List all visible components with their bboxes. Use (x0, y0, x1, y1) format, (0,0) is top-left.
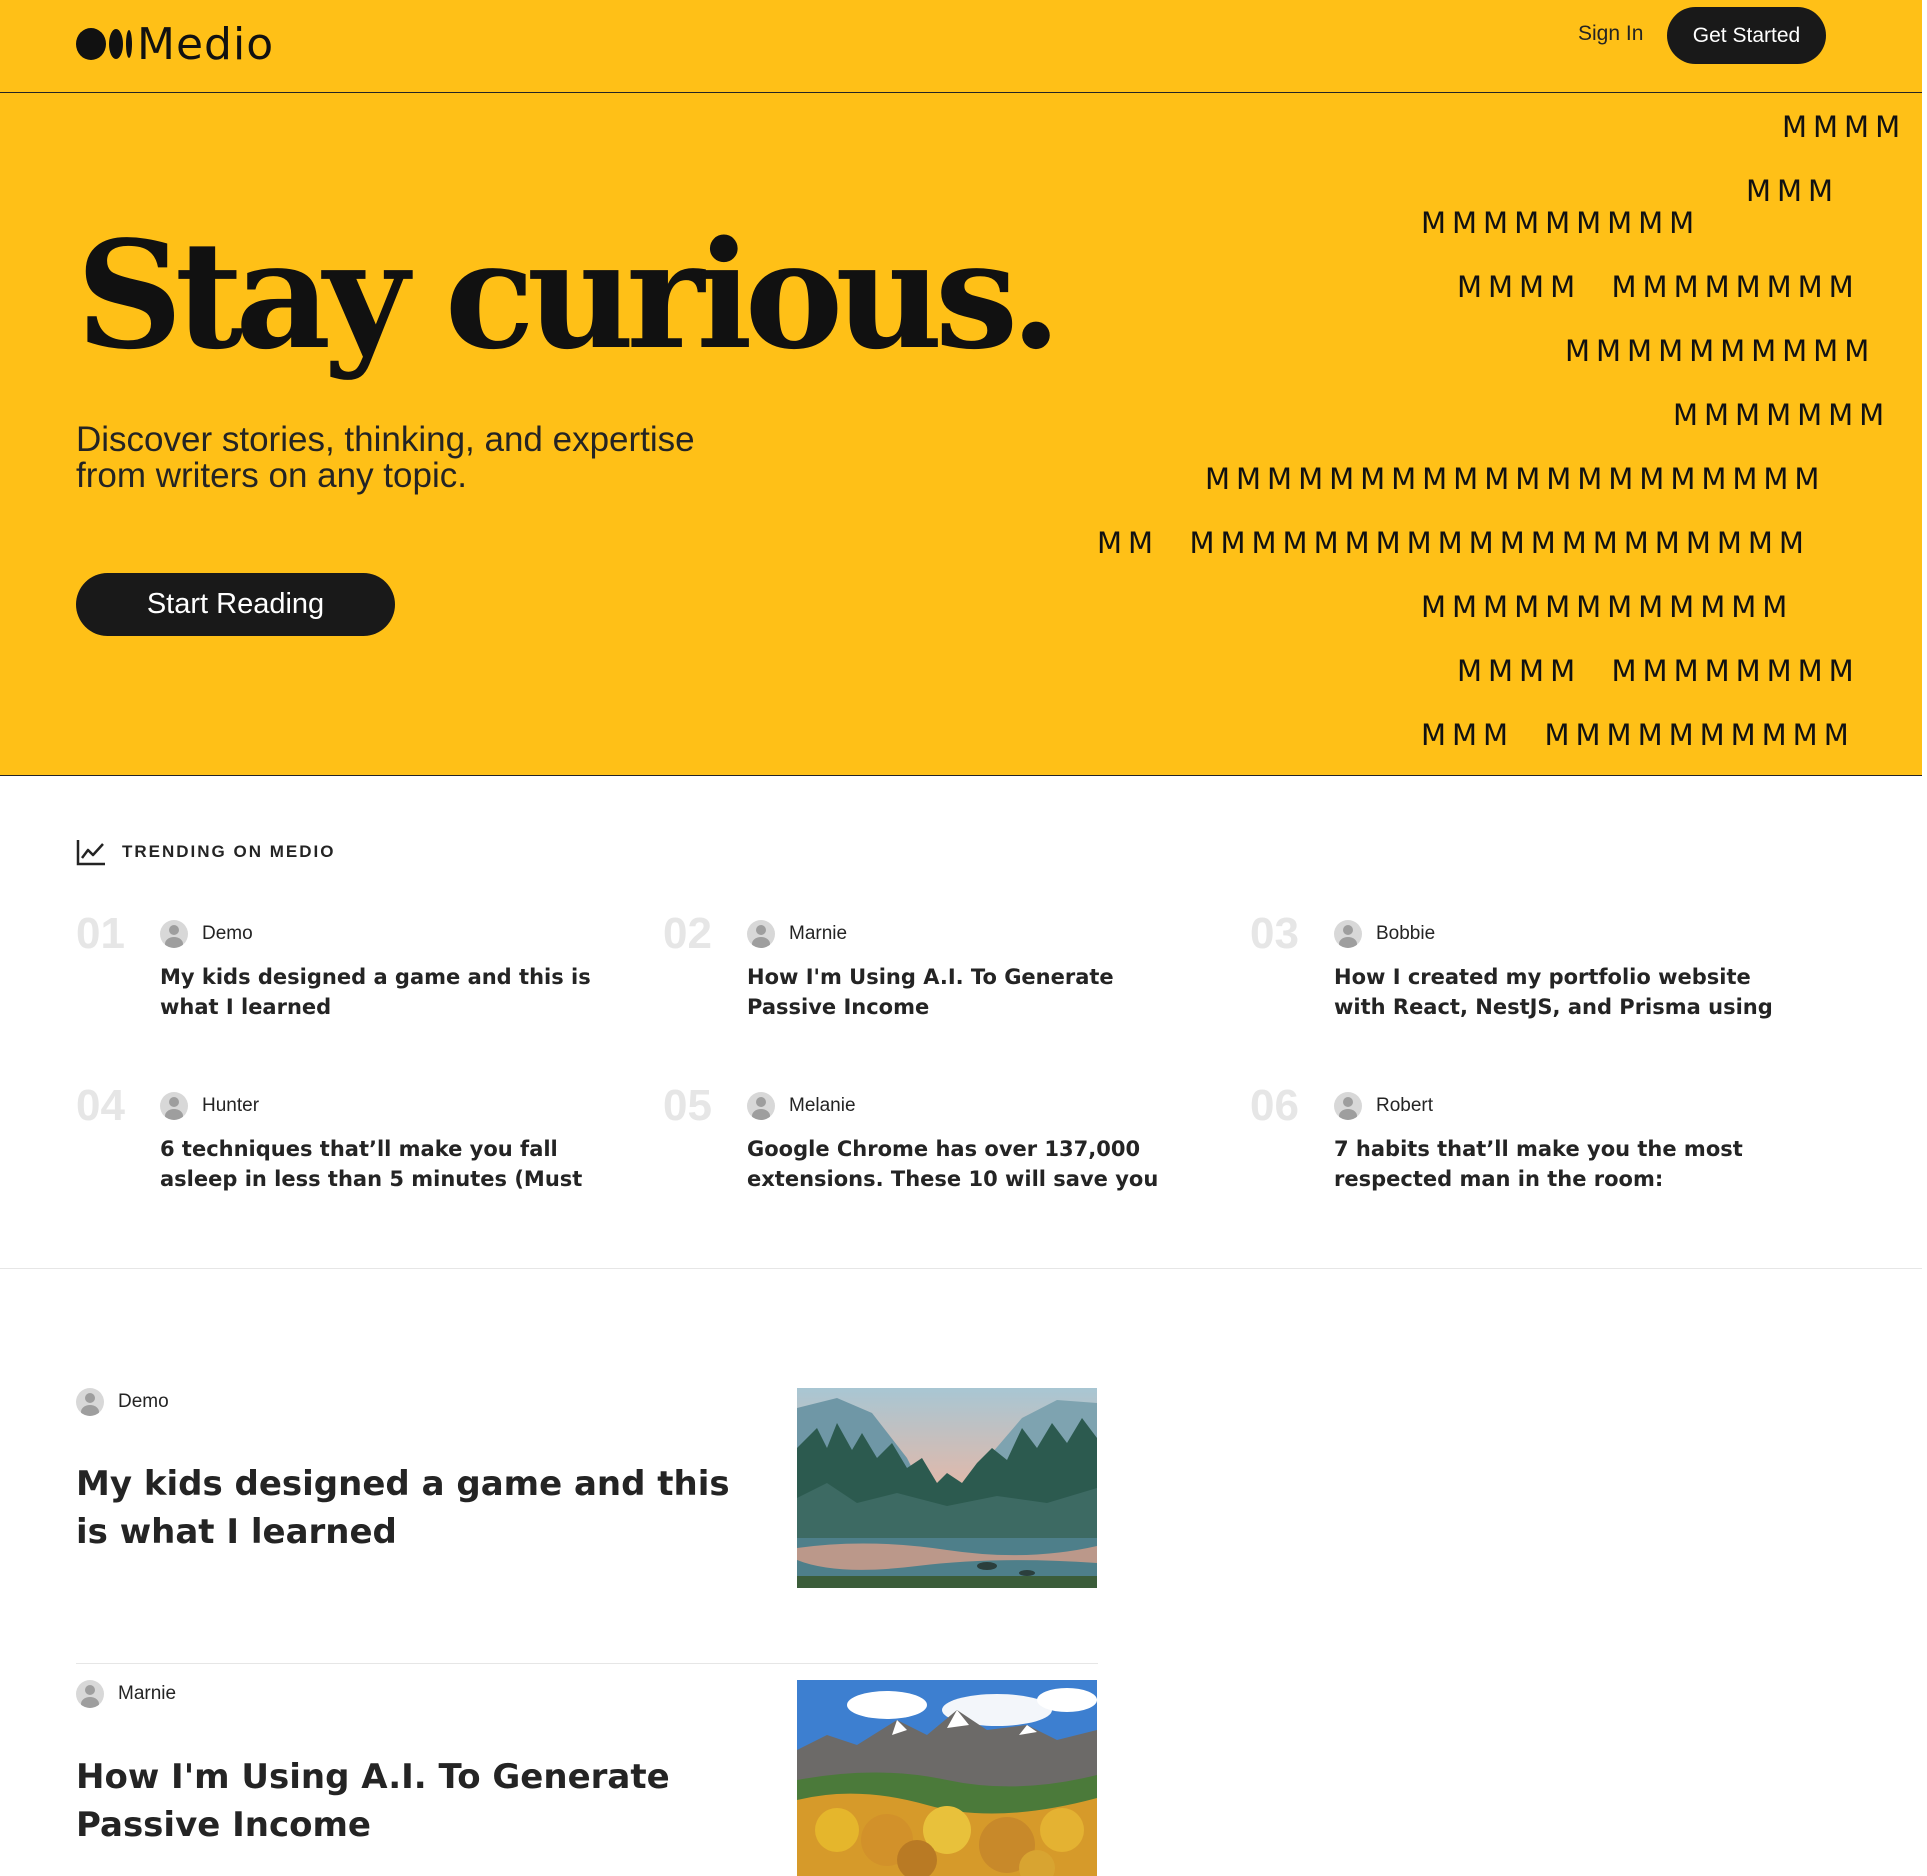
trending-rank: 06 (1250, 1081, 1299, 1130)
author-name: Demo (118, 1391, 169, 1412)
sign-in-link[interactable]: Sign In (1578, 22, 1643, 46)
site-header: Medio Sign In Get Started (0, 0, 1922, 93)
trending-title[interactable]: My kids designed a game and this is what… (160, 962, 620, 1022)
m-pattern-row: MMMMMMMMMMMM (1421, 590, 1794, 624)
get-started-button[interactable]: Get Started (1667, 7, 1826, 64)
avatar (160, 1092, 188, 1120)
trending-author[interactable]: Melanie (747, 1092, 856, 1120)
avatar (76, 1388, 104, 1416)
trending-author[interactable]: Marnie (747, 920, 847, 948)
trending-item[interactable]: 04 Hunter 6 techniques that’ll make you … (76, 1084, 636, 1214)
trending-author[interactable]: Hunter (160, 1092, 259, 1120)
trending-title[interactable]: How I created my portfolio website with … (1334, 962, 1794, 1022)
trending-title[interactable]: How I'm Using A.I. To Generate Passive I… (747, 962, 1207, 1022)
trending-rank: 05 (663, 1081, 712, 1130)
avatar (1334, 1092, 1362, 1120)
trending-item[interactable]: 01 Demo My kids designed a game and this… (76, 912, 636, 1042)
trending-item[interactable]: 03 Bobbie How I created my portfolio web… (1250, 912, 1810, 1042)
m-pattern-row: MMMMMMMMMMMMMMMMMMMM (1205, 462, 1826, 496)
m-pattern-row: MMMMMMMMM (1421, 206, 1701, 240)
m-pattern-row: MMMMMMM (1673, 398, 1891, 432)
article-thumbnail[interactable] (797, 1680, 1097, 1876)
article-card[interactable]: Demo My kids designed a game and this is… (76, 1388, 1098, 1588)
hero-title: Stay curious. (76, 208, 1062, 382)
avatar (747, 920, 775, 948)
brand-name: Medio (137, 18, 275, 70)
trending-author[interactable]: Bobbie (1334, 920, 1435, 948)
article-separator (76, 1663, 1098, 1664)
trending-rank: 02 (663, 909, 712, 958)
article-author[interactable]: Demo (76, 1388, 169, 1416)
trending-title[interactable]: Google Chrome has over 137,000 extension… (747, 1134, 1207, 1194)
author-name: Robert (1376, 1095, 1434, 1116)
trending-chart-icon (76, 840, 105, 866)
trending-item[interactable]: 06 Robert 7 habits that’ll make you the … (1250, 1084, 1810, 1214)
m-pattern-row: MMMM (1782, 110, 1907, 144)
trending-rank: 04 (76, 1081, 125, 1130)
avatar (76, 1680, 104, 1708)
trending-author[interactable]: Demo (160, 920, 253, 948)
author-name: Melanie (789, 1095, 856, 1116)
autumn-mountain-landscape-image (797, 1680, 1097, 1876)
article-thumbnail[interactable] (797, 1388, 1097, 1588)
hero-subtitle-line-2: from writers on any topic. (76, 456, 467, 495)
author-name: Hunter (202, 1095, 260, 1116)
trending-rank: 01 (76, 909, 125, 958)
trending-title[interactable]: 6 techniques that’ll make you fall aslee… (160, 1134, 620, 1194)
avatar (747, 1092, 775, 1120)
m-pattern-row: MMMM MMMMMMMM (1457, 654, 1860, 688)
author-name: Bobbie (1376, 923, 1436, 944)
avatar (160, 920, 188, 948)
hero-banner: Stay curious. Discover stories, thinking… (0, 93, 1922, 776)
trending-header: TRENDING ON MEDIO (76, 838, 335, 866)
section-divider (0, 1268, 1922, 1269)
m-pattern-row: MMM MMMMMMMMMM (1421, 718, 1855, 752)
author-name: Marnie (118, 1683, 177, 1704)
m-pattern-row: MMMM MMMMMMMM (1457, 270, 1860, 304)
hero-subtitle: Discover stories, thinking, and expertis… (76, 422, 776, 494)
trending-item[interactable]: 05 Melanie Google Chrome has over 137,00… (663, 1084, 1223, 1214)
avatar (1334, 920, 1362, 948)
article-author[interactable]: Marnie (76, 1680, 176, 1708)
hero-subtitle-line-1: Discover stories, thinking, and expertis… (76, 420, 695, 459)
article-title[interactable]: How I'm Using A.I. To Generate Passive I… (76, 1753, 756, 1849)
m-pattern-row: MMMMMMMMMM (1565, 334, 1876, 368)
trending-item[interactable]: 02 Marnie How I'm Using A.I. To Generate… (663, 912, 1223, 1042)
start-reading-button[interactable]: Start Reading (76, 573, 395, 636)
author-name: Marnie (789, 923, 848, 944)
article-title[interactable]: My kids designed a game and this is what… (76, 1460, 756, 1556)
trending-rank: 03 (1250, 909, 1299, 958)
m-pattern-row: MM MMMMMMMMMMMMMMMMMMMM (1097, 526, 1810, 560)
valley-river-landscape-image (797, 1388, 1097, 1588)
trending-title[interactable]: 7 habits that’ll make you the most respe… (1334, 1134, 1794, 1194)
brand-logo[interactable]: Medio (76, 16, 274, 72)
m-pattern-row: MMM (1746, 174, 1840, 208)
trending-author[interactable]: Robert (1334, 1092, 1433, 1120)
trending-label: TRENDING ON MEDIO (122, 842, 336, 861)
logo-mark-icon (76, 28, 132, 60)
author-name: Demo (202, 923, 253, 944)
article-card[interactable]: Marnie How I'm Using A.I. To Generate Pa… (76, 1680, 1098, 1876)
